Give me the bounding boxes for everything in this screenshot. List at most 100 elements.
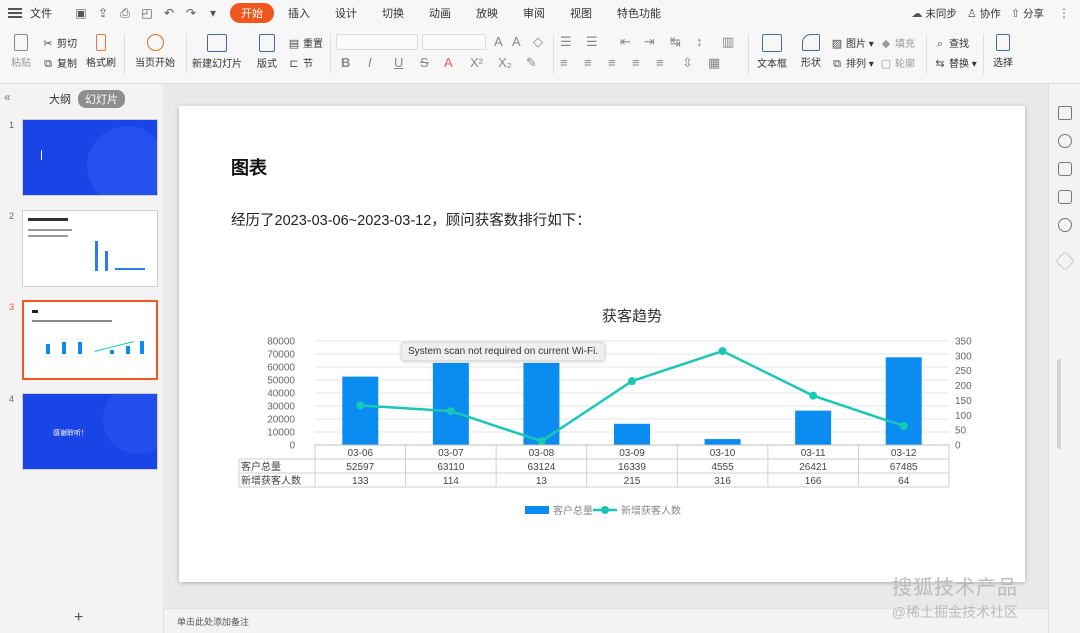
share-button[interactable]: ⇧ 分享 [1011,6,1044,21]
new-slide-button[interactable]: 新建幻灯片 [190,34,244,70]
preview-icon[interactable]: ◰ [139,5,155,21]
table-row-label: 新增获客人数 [241,474,301,487]
shape-button[interactable]: 形状 [796,34,826,69]
outline-button[interactable]: ▢ 轮廓 [880,55,915,70]
vertical-align-icon[interactable]: ⇳ [682,55,693,71]
copy-pages-icon[interactable] [1058,162,1072,176]
sync-label: 未同步 [925,7,957,20]
slide-thumbnail-2[interactable] [22,210,158,287]
decrease-font-icon[interactable]: A [512,34,521,49]
tab-transition[interactable]: 切换 [371,3,415,23]
canvas-area: 图表 经历了2023-03-06~2023-03-12，顾问获客数排行如下： 获… [165,84,1048,608]
align-left-icon[interactable]: ≡ [560,55,568,70]
font-size-select[interactable] [422,34,486,50]
slide-thumbnail-3[interactable] [22,300,158,380]
tab-special[interactable]: 特色功能 [606,3,672,23]
bold-icon[interactable]: B [341,55,350,70]
font-family-select[interactable] [336,34,418,50]
notes-placeholder[interactable]: 单击此处添加备注 [177,615,249,628]
cut-button[interactable]: ✂ 剪切 [42,35,77,50]
tab-view[interactable]: 视图 [559,3,603,23]
collab-button[interactable]: ♙ 协作 [967,6,1001,21]
smart-art-icon[interactable]: ▦ [708,55,720,71]
pin-icon[interactable] [1058,134,1072,148]
tab-slides[interactable]: 幻灯片 [78,90,125,108]
italic-icon[interactable]: I [368,55,372,70]
highlight-icon[interactable]: ✎ [526,55,537,71]
distribute-icon[interactable]: ≡ [656,55,664,70]
menu-icon[interactable] [8,8,22,18]
table-cell: 13 [536,476,548,487]
font-color-icon[interactable]: A [444,55,453,70]
align-center-icon[interactable]: ≡ [584,55,592,70]
reset-icon: ▤ [288,38,300,51]
more-icon[interactable]: ⋮ [1058,6,1070,20]
tab-animation[interactable]: 动画 [418,3,462,23]
increase-font-icon[interactable]: A [494,34,503,49]
from-current-button[interactable]: 当页开始 [130,34,180,69]
tab-insert[interactable]: 插入 [277,3,321,23]
add-slide-icon[interactable]: + [74,609,83,627]
select-button[interactable]: 选择 [988,34,1018,69]
slide-number: 1 [9,120,15,130]
history-icon[interactable] [1058,218,1072,232]
find-button[interactable]: ⌕ 查找 [934,35,969,50]
y-left-tick-label: 0 [289,441,295,452]
indent-decrease-icon[interactable]: ⇤ [620,34,631,50]
y-right-tick-label: 350 [955,337,972,348]
collapse-panel-icon[interactable]: « [4,90,11,104]
textbox-button[interactable]: 文本框 [752,34,792,70]
divider [983,34,984,74]
subscript-icon[interactable]: X₂ [498,55,512,70]
save-icon[interactable] [1058,190,1072,204]
print-icon[interactable]: ⎙ [117,5,133,21]
slide-thumbnail-1[interactable] [22,119,158,196]
hexagon-icon[interactable] [1055,251,1075,271]
fill-button[interactable]: ◆ 填充 [880,35,915,50]
indent-increase-icon[interactable]: ⇥ [644,34,655,50]
tab-slideshow[interactable]: 放映 [465,3,509,23]
arrange-button[interactable]: ⧉ 排列 ▾ [831,55,874,70]
clear-format-icon[interactable]: ◇ [533,34,543,50]
x-tick-label: 03-08 [529,448,555,459]
align-right-icon[interactable]: ≡ [608,55,616,70]
numbered-list-icon[interactable]: ☰ [586,34,598,50]
undo-icon[interactable]: ↶ [161,5,177,21]
save-icon[interactable]: ▣ [73,5,89,21]
layout-button[interactable]: 版式 [254,34,280,70]
legend-swatch-point [601,506,609,514]
redo-icon[interactable]: ↷ [183,5,199,21]
section-button[interactable]: ⊏ 节 [288,55,313,70]
section-icon: ⊏ [289,58,299,71]
slide-thumbnail-4[interactable]: 感谢聆听！ [22,393,158,470]
columns-icon[interactable]: ▥ [722,34,734,50]
replace-button[interactable]: ⇆ 替换 ▾ [934,55,976,70]
picture-button[interactable]: ▨ 图片 ▾ [831,35,874,50]
sync-button[interactable]: ☁ 未同步 [911,6,957,21]
settings-sliders-icon[interactable] [1058,106,1072,120]
copy-button[interactable]: ⧉ 复制 [42,55,77,70]
file-menu[interactable]: 文件 [30,5,52,21]
tab-design[interactable]: 设计 [324,3,368,23]
thumb-decoration [87,126,157,195]
superscript-icon[interactable]: X² [470,55,483,70]
slide[interactable]: 图表 经历了2023-03-06~2023-03-12，顾问获客数排行如下： 获… [179,106,1025,582]
line-spacing-icon[interactable]: ↕ [696,34,703,49]
fill-label: 填充 [895,39,915,50]
tab-start[interactable]: 开始 [230,3,274,23]
y-left-tick-label: 80000 [267,337,295,348]
chevron-down-icon[interactable]: ▾ [205,5,221,21]
scrollbar[interactable] [1057,359,1061,449]
tab-review[interactable]: 审阅 [512,3,556,23]
bullet-list-icon[interactable]: ☰ [560,34,572,50]
tab-outline[interactable]: 大纲 [42,90,78,108]
play-icon [146,34,164,51]
reset-button[interactable]: ▤ 重置 [288,35,323,50]
text-direction-icon[interactable]: ↹ [670,34,681,50]
justify-icon[interactable]: ≡ [632,55,640,70]
strikethrough-icon[interactable]: S [420,55,429,70]
underline-icon[interactable]: U [394,55,403,70]
export-icon[interactable]: ⇪ [95,5,111,21]
paste-button[interactable]: 粘贴 [8,34,34,69]
format-painter-button[interactable]: 格式刷 [86,34,116,69]
